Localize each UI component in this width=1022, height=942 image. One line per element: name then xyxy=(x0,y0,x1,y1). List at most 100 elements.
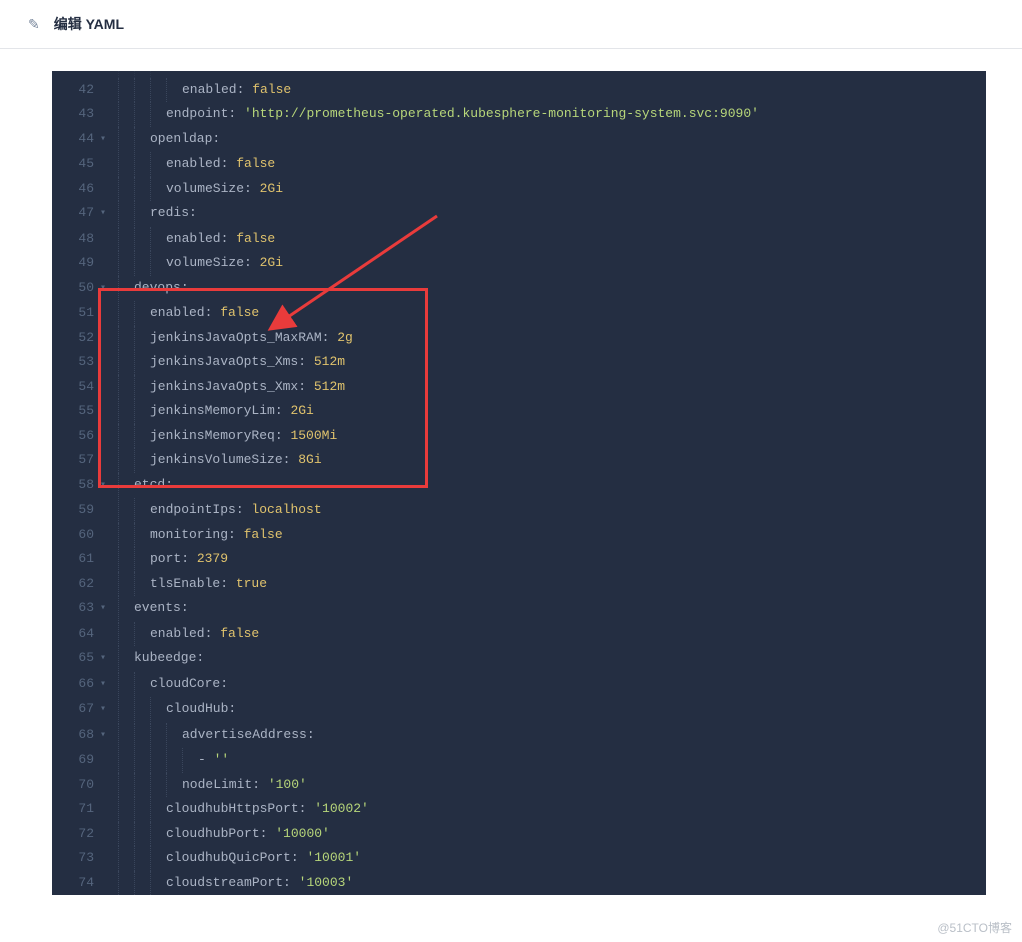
watermark: @51CTO博客 xyxy=(937,919,1012,936)
header-bar: ✎ 编辑 YAML xyxy=(0,0,1022,49)
line-number: 67 xyxy=(52,697,100,723)
code-content[interactable]: events: xyxy=(118,596,986,622)
code-line[interactable]: 57 jenkinsVolumeSize: 8Gi xyxy=(52,448,986,473)
line-number: 51 xyxy=(52,301,100,326)
fold-toggle[interactable]: ▾ xyxy=(100,201,118,227)
code-line[interactable]: 47▾ redis: xyxy=(52,201,986,227)
code-content[interactable]: jenkinsJavaOpts_Xms: 512m xyxy=(118,350,986,375)
code-line[interactable]: 70 nodeLimit: '100' xyxy=(52,773,986,798)
line-number: 62 xyxy=(52,572,100,597)
code-content[interactable]: openldap: xyxy=(118,127,986,153)
fold-toggle xyxy=(100,523,118,548)
code-content[interactable]: enabled: false xyxy=(118,152,986,177)
fold-toggle xyxy=(100,797,118,822)
code-line[interactable]: 48 enabled: false xyxy=(52,227,986,252)
code-line[interactable]: 61 port: 2379 xyxy=(52,547,986,572)
code-content[interactable]: devops: xyxy=(118,276,986,302)
code-content[interactable]: nodeLimit: '100' xyxy=(118,773,986,798)
code-content[interactable]: endpoint: 'http://prometheus-operated.ku… xyxy=(118,102,986,127)
code-content[interactable]: jenkinsJavaOpts_Xmx: 512m xyxy=(118,375,986,400)
code-content[interactable]: monitoring: false xyxy=(118,523,986,548)
code-line[interactable]: 42 enabled: false xyxy=(52,78,986,103)
code-line[interactable]: 45 enabled: false xyxy=(52,152,986,177)
fold-toggle[interactable]: ▾ xyxy=(100,473,118,499)
code-content[interactable]: enabled: false xyxy=(118,78,986,103)
code-content[interactable]: cloudHub: xyxy=(118,697,986,723)
line-number: 71 xyxy=(52,797,100,822)
fold-toggle[interactable]: ▾ xyxy=(100,276,118,302)
code-line[interactable]: 53 jenkinsJavaOpts_Xms: 512m xyxy=(52,350,986,375)
code-line[interactable]: 44▾ openldap: xyxy=(52,127,986,153)
line-number: 64 xyxy=(52,622,100,647)
code-content[interactable]: cloudstreamPort: '10003' xyxy=(118,871,986,896)
code-content[interactable]: volumeSize: 2Gi xyxy=(118,251,986,276)
yaml-editor[interactable]: 41 Grumonitoring:42 enabled: false43 end… xyxy=(52,71,986,895)
code-content[interactable]: jenkinsJavaOpts_MaxRAM: 2g xyxy=(118,326,986,351)
line-number: 66 xyxy=(52,672,100,698)
code-line[interactable]: 54 jenkinsJavaOpts_Xmx: 512m xyxy=(52,375,986,400)
fold-toggle xyxy=(100,177,118,202)
code-line[interactable]: 65▾ kubeedge: xyxy=(52,646,986,672)
code-content[interactable]: volumeSize: 2Gi xyxy=(118,177,986,202)
code-line[interactable]: 72 cloudhubPort: '10000' xyxy=(52,822,986,847)
code-line[interactable]: 74 cloudstreamPort: '10003' xyxy=(52,871,986,896)
code-content[interactable]: kubeedge: xyxy=(118,646,986,672)
fold-toggle[interactable]: ▾ xyxy=(100,127,118,153)
fold-toggle[interactable]: ▾ xyxy=(100,672,118,698)
line-number: 44 xyxy=(52,127,100,153)
code-line[interactable]: 71 cloudhubHttpsPort: '10002' xyxy=(52,797,986,822)
code-line[interactable]: 46 volumeSize: 2Gi xyxy=(52,177,986,202)
code-line[interactable]: 55 jenkinsMemoryLim: 2Gi xyxy=(52,399,986,424)
code-content[interactable]: redis: xyxy=(118,201,986,227)
code-line[interactable]: 56 jenkinsMemoryReq: 1500Mi xyxy=(52,424,986,449)
code-line[interactable]: 62 tlsEnable: true xyxy=(52,572,986,597)
editor-wrap: 41 Grumonitoring:42 enabled: false43 end… xyxy=(0,49,1022,899)
code-content[interactable]: endpointIps: localhost xyxy=(118,498,986,523)
fold-toggle[interactable]: ▾ xyxy=(100,697,118,723)
line-number: 68 xyxy=(52,723,100,749)
code-content[interactable]: cloudhubPort: '10000' xyxy=(118,822,986,847)
line-number: 57 xyxy=(52,448,100,473)
code-line[interactable]: 51 enabled: false xyxy=(52,301,986,326)
code-content[interactable]: jenkinsMemoryLim: 2Gi xyxy=(118,399,986,424)
code-line[interactable]: 73 cloudhubQuicPort: '10001' xyxy=(52,846,986,871)
fold-toggle xyxy=(100,227,118,252)
line-number: 59 xyxy=(52,498,100,523)
code-line[interactable]: 67▾ cloudHub: xyxy=(52,697,986,723)
code-line[interactable]: 41 Grumonitoring: xyxy=(52,71,986,78)
code-line[interactable]: 68▾ advertiseAddress: xyxy=(52,723,986,749)
code-content[interactable]: cloudhubHttpsPort: '10002' xyxy=(118,797,986,822)
fold-toggle[interactable]: ▾ xyxy=(100,723,118,749)
code-line[interactable]: 58▾ etcd: xyxy=(52,473,986,499)
line-number: 46 xyxy=(52,177,100,202)
code-content[interactable]: etcd: xyxy=(118,473,986,499)
code-content[interactable]: tlsEnable: true xyxy=(118,572,986,597)
code-content[interactable]: cloudCore: xyxy=(118,672,986,698)
code-line[interactable]: 60 monitoring: false xyxy=(52,523,986,548)
code-content[interactable]: jenkinsMemoryReq: 1500Mi xyxy=(118,424,986,449)
code-content[interactable]: port: 2379 xyxy=(118,547,986,572)
code-line[interactable]: 66▾ cloudCore: xyxy=(52,672,986,698)
code-line[interactable]: 59 endpointIps: localhost xyxy=(52,498,986,523)
code-line[interactable]: 63▾ events: xyxy=(52,596,986,622)
fold-toggle[interactable]: ▾ xyxy=(100,596,118,622)
code-line[interactable]: 64 enabled: false xyxy=(52,622,986,647)
code-content[interactable]: - '' xyxy=(118,748,986,773)
code-content[interactable]: enabled: false xyxy=(118,301,986,326)
line-number: 60 xyxy=(52,523,100,548)
code-line[interactable]: 69 - '' xyxy=(52,748,986,773)
code-line[interactable]: 52 jenkinsJavaOpts_MaxRAM: 2g xyxy=(52,326,986,351)
code-content[interactable]: jenkinsVolumeSize: 8Gi xyxy=(118,448,986,473)
code-content[interactable]: Grumonitoring: xyxy=(118,71,986,78)
code-line[interactable]: 49 volumeSize: 2Gi xyxy=(52,251,986,276)
code-content[interactable]: advertiseAddress: xyxy=(118,723,986,749)
code-content[interactable]: enabled: false xyxy=(118,622,986,647)
fold-toggle[interactable]: ▾ xyxy=(100,646,118,672)
code-content[interactable]: cloudhubQuicPort: '10001' xyxy=(118,846,986,871)
code-content[interactable]: enabled: false xyxy=(118,227,986,252)
line-number: 70 xyxy=(52,773,100,798)
code-line[interactable]: 50▾ devops: xyxy=(52,276,986,302)
fold-toggle xyxy=(100,846,118,871)
code-line[interactable]: 43 endpoint: 'http://prometheus-operated… xyxy=(52,102,986,127)
fold-toggle xyxy=(100,251,118,276)
